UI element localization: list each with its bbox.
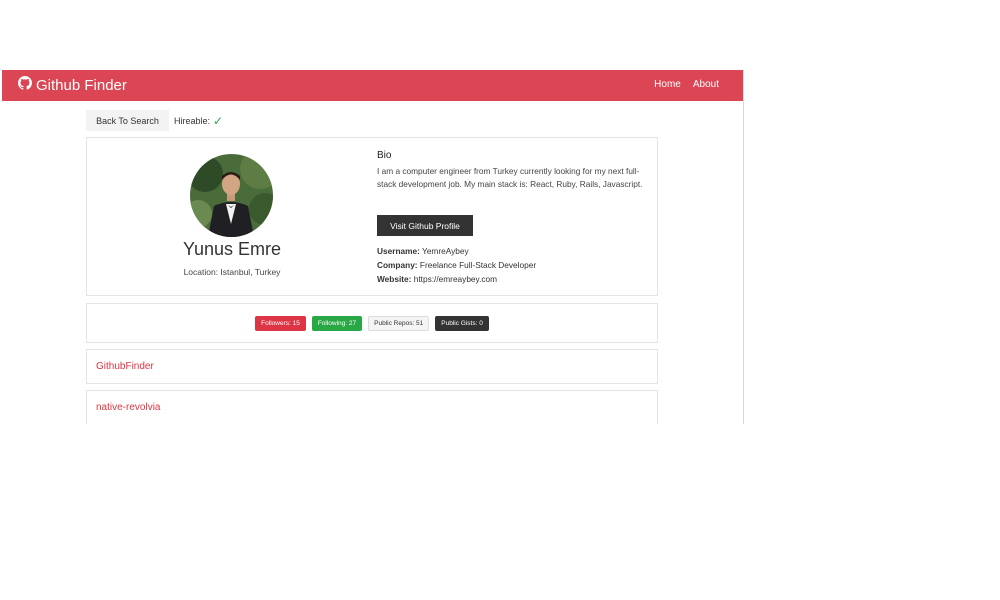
website-label: Website: bbox=[377, 274, 412, 284]
username-label: Username: bbox=[377, 246, 420, 256]
hireable-status: Hireable: ✓ bbox=[174, 113, 224, 128]
following-badge: Following: 27 bbox=[311, 316, 363, 331]
company-label: Company: bbox=[377, 260, 418, 270]
stats-card: Followers: 15 Following: 27 Public Repos… bbox=[86, 303, 658, 343]
visit-github-profile-button[interactable]: Visit Github Profile bbox=[377, 215, 473, 236]
repo-item: GithubFinder bbox=[86, 349, 658, 384]
nav-links: Home About bbox=[654, 79, 719, 90]
hireable-label: Hireable: bbox=[174, 116, 211, 126]
company-row: Company: Freelance Full-Stack Developer bbox=[377, 260, 536, 270]
company-value: Freelance Full-Stack Developer bbox=[419, 260, 537, 270]
app-viewport: Github Finder Home About Back To Search … bbox=[2, 70, 744, 424]
stats-badges: Followers: 15 Following: 27 Public Repos… bbox=[87, 316, 657, 331]
repo-link[interactable]: native-revolvia bbox=[96, 402, 160, 413]
avatar bbox=[190, 154, 273, 237]
website-row: Website: https://emreaybey.com bbox=[377, 274, 497, 284]
brand-title: Github Finder bbox=[36, 77, 127, 94]
repo-link[interactable]: GithubFinder bbox=[96, 361, 154, 372]
username-row: Username: YemreAybey bbox=[377, 246, 469, 256]
repo-item: native-revolvia bbox=[86, 390, 658, 424]
nav-link-about[interactable]: About bbox=[693, 79, 719, 90]
profile-card: Yunus Emre Location: Istanbul, Turkey Bi… bbox=[86, 137, 658, 296]
profile-location: Location: Istanbul, Turkey bbox=[183, 267, 281, 277]
public-repos-badge: Public Repos: 51 bbox=[368, 316, 430, 331]
website-value: https://emreaybey.com bbox=[413, 274, 498, 284]
github-icon bbox=[18, 76, 32, 95]
navbar: Github Finder Home About bbox=[2, 70, 743, 101]
bio-heading: Bio bbox=[377, 150, 392, 161]
brand[interactable]: Github Finder bbox=[18, 76, 127, 95]
back-to-search-button[interactable]: Back To Search bbox=[86, 110, 169, 131]
check-icon: ✓ bbox=[213, 113, 224, 128]
nav-link-home[interactable]: Home bbox=[654, 79, 681, 90]
profile-name: Yunus Emre bbox=[182, 239, 282, 259]
followers-badge: Followers: 15 bbox=[255, 316, 306, 331]
public-gists-badge: Public Gists: 0 bbox=[435, 316, 489, 331]
username-value: YemreAybey bbox=[422, 246, 469, 256]
bio-text: I am a computer engineer from Turkey cur… bbox=[377, 166, 643, 189]
